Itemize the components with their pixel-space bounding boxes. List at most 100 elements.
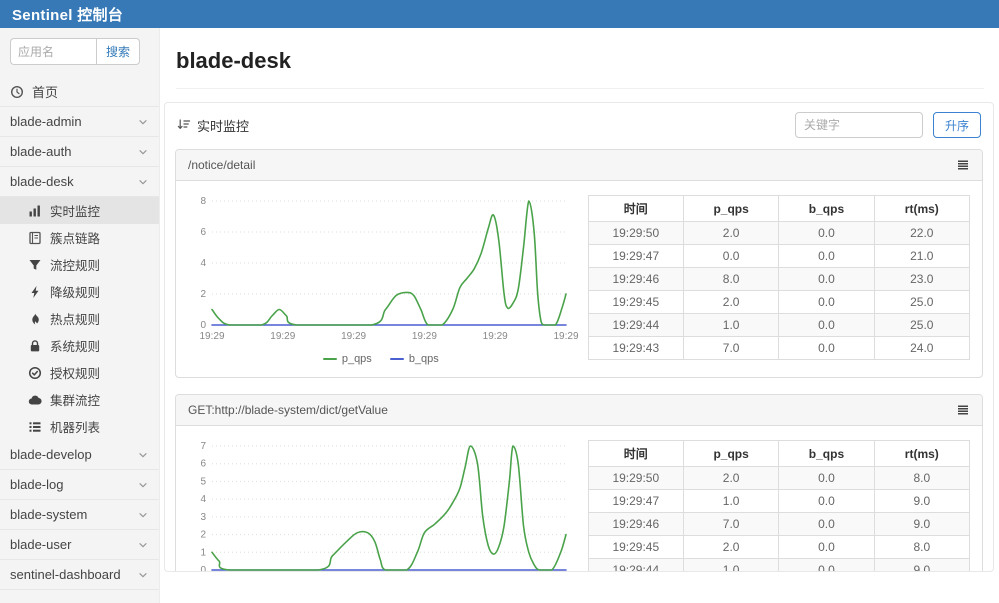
- sidebar-item-label: 首页: [32, 82, 149, 101]
- sidebar-item-blade-admin[interactable]: blade-admin: [0, 107, 159, 137]
- legend-marker: [323, 358, 337, 360]
- table-cell: 19:29:43: [588, 337, 683, 360]
- chevron-down-icon: [137, 449, 149, 461]
- resource-card: GET:http://blade-system/dict/getValue 0 1…: [175, 394, 983, 572]
- sidebar-item-sentinel-dashboard[interactable]: sentinel-dashboard: [0, 560, 159, 590]
- svg-text:2: 2: [200, 530, 206, 541]
- table-cell: 19:29:45: [588, 536, 683, 559]
- sidebar-item-blade-auth[interactable]: blade-auth: [0, 137, 159, 167]
- svg-text:4: 4: [200, 494, 206, 505]
- table-cell: 23.0: [874, 268, 969, 291]
- table-cell: 21.0: [874, 245, 969, 268]
- sidebar-item-cluster-link[interactable]: 簇点链路: [0, 224, 159, 251]
- table-header-cell: rt(ms): [874, 441, 969, 467]
- svg-text:0: 0: [200, 320, 206, 331]
- table-cell: 19:29:44: [588, 559, 683, 573]
- svg-text:8: 8: [200, 196, 206, 207]
- list-icon: [28, 420, 42, 434]
- metrics-table: 时间p_qpsb_qpsrt(ms)19:29:502.00.08.019:29…: [588, 440, 970, 572]
- table-cell: 0.0: [779, 291, 874, 314]
- table-row: 19:29:452.00.025.0: [588, 291, 969, 314]
- table-header-cell: 时间: [588, 441, 683, 467]
- table-row: 19:29:441.00.025.0: [588, 314, 969, 337]
- sidebar-item-label: sentinel-dashboard: [10, 567, 137, 582]
- menu-icon[interactable]: [956, 403, 970, 417]
- sidebar-item-flow-rules[interactable]: 流控规则: [0, 251, 159, 278]
- sidebar-item-realtime-monitor[interactable]: 实时监控: [0, 197, 159, 224]
- app-search-button[interactable]: 搜索: [96, 38, 140, 65]
- table-cell: 2.0: [683, 467, 778, 490]
- sidebar-item-blade-develop[interactable]: blade-develop: [0, 440, 159, 470]
- svg-text:4: 4: [200, 258, 206, 269]
- svg-text:19:29: 19:29: [341, 331, 366, 342]
- sidebar-item-authority-rules[interactable]: 授权规则: [0, 359, 159, 386]
- chevron-down-icon: [137, 539, 149, 551]
- table-cell: 19:29:50: [588, 222, 683, 245]
- table-cell: 25.0: [874, 314, 969, 337]
- metrics-table: 时间p_qpsb_qpsrt(ms)19:29:502.00.022.019:2…: [588, 195, 970, 360]
- sidebar-item-system-rules[interactable]: 系统规则: [0, 332, 159, 359]
- svg-text:19:29: 19:29: [199, 331, 224, 342]
- table-cell: 9.0: [874, 513, 969, 536]
- table-row: 19:29:452.00.08.0: [588, 536, 969, 559]
- table-cell: 0.0: [779, 314, 874, 337]
- fire-icon: [28, 312, 42, 326]
- svg-text:7: 7: [200, 441, 206, 452]
- table-cell: 9.0: [874, 559, 969, 573]
- sidebar-item-blade-system[interactable]: blade-system: [0, 500, 159, 530]
- table-header-cell: 时间: [588, 196, 683, 222]
- table-header-cell: b_qps: [779, 441, 874, 467]
- table-cell: 0.0: [779, 245, 874, 268]
- app-search-input[interactable]: [10, 38, 96, 65]
- svg-text:19:29: 19:29: [483, 331, 508, 342]
- sidebar-item-blade-user[interactable]: blade-user: [0, 530, 159, 560]
- bolt-icon: [28, 285, 42, 299]
- chevron-down-icon: [137, 146, 149, 158]
- sidebar-item-blade-desk[interactable]: blade-desk: [0, 167, 159, 197]
- table-cell: 0.0: [779, 222, 874, 245]
- svg-text:0: 0: [200, 565, 206, 572]
- sidebar-item-label: 集群流控: [50, 390, 149, 409]
- table-row: 19:29:502.00.08.0: [588, 467, 969, 490]
- table-cell: 1.0: [683, 490, 778, 513]
- ascend-button[interactable]: 升序: [933, 112, 981, 138]
- svg-text:2: 2: [200, 289, 206, 300]
- table-cell: 2.0: [683, 291, 778, 314]
- table-cell: 7.0: [683, 337, 778, 360]
- sidebar-item-label: 降级规则: [50, 282, 149, 301]
- table-cell: 0.0: [779, 513, 874, 536]
- resource-panels: /notice/detail 0246819:2919:2919:2919:29…: [165, 149, 993, 572]
- sidebar-item-machine-list[interactable]: 机器列表: [0, 413, 159, 440]
- table-cell: 19:29:47: [588, 490, 683, 513]
- keyword-input[interactable]: [795, 112, 923, 138]
- table-cell: 8.0: [874, 536, 969, 559]
- sidebar-item-blade-log[interactable]: blade-log: [0, 470, 159, 500]
- menu-icon[interactable]: [956, 158, 970, 172]
- table-row: 19:29:468.00.023.0: [588, 268, 969, 291]
- sidebar-item-degrade-rules[interactable]: 降级规则: [0, 278, 159, 305]
- table-cell: 0.0: [779, 559, 874, 573]
- toolbar-title: 实时监控: [197, 116, 249, 135]
- table-row: 19:29:502.00.022.0: [588, 222, 969, 245]
- sidebar-item-hotspot-rules[interactable]: 热点规则: [0, 305, 159, 332]
- table-cell: 0.0: [779, 490, 874, 513]
- sidebar-item-home[interactable]: 首页: [0, 77, 159, 107]
- resource-card-header: GET:http://blade-system/dict/getValue: [176, 395, 982, 426]
- table-row: 19:29:471.00.09.0: [588, 490, 969, 513]
- table-row: 19:29:467.00.09.0: [588, 513, 969, 536]
- table-cell: 24.0: [874, 337, 969, 360]
- table-cell: 8.0: [874, 467, 969, 490]
- sidebar-item-label: blade-log: [10, 477, 137, 492]
- table-cell: 19:29:47: [588, 245, 683, 268]
- sidebar-item-cluster-flow[interactable]: 集群流控: [0, 386, 159, 413]
- resource-title: GET:http://blade-system/dict/getValue: [188, 403, 956, 417]
- clock-icon: [10, 85, 24, 99]
- legend-marker: [390, 358, 404, 360]
- table-header-cell: p_qps: [683, 441, 778, 467]
- legend-item-p_qps: p_qps: [323, 353, 372, 365]
- sidebar: 搜索 首页 blade-admin blade-auth blade-desk: [0, 28, 160, 603]
- chevron-down-icon: [137, 569, 149, 581]
- table-row: 19:29:470.00.021.0: [588, 245, 969, 268]
- table-row: 19:29:441.00.09.0: [588, 559, 969, 573]
- sidebar-item-label: 机器列表: [50, 417, 149, 436]
